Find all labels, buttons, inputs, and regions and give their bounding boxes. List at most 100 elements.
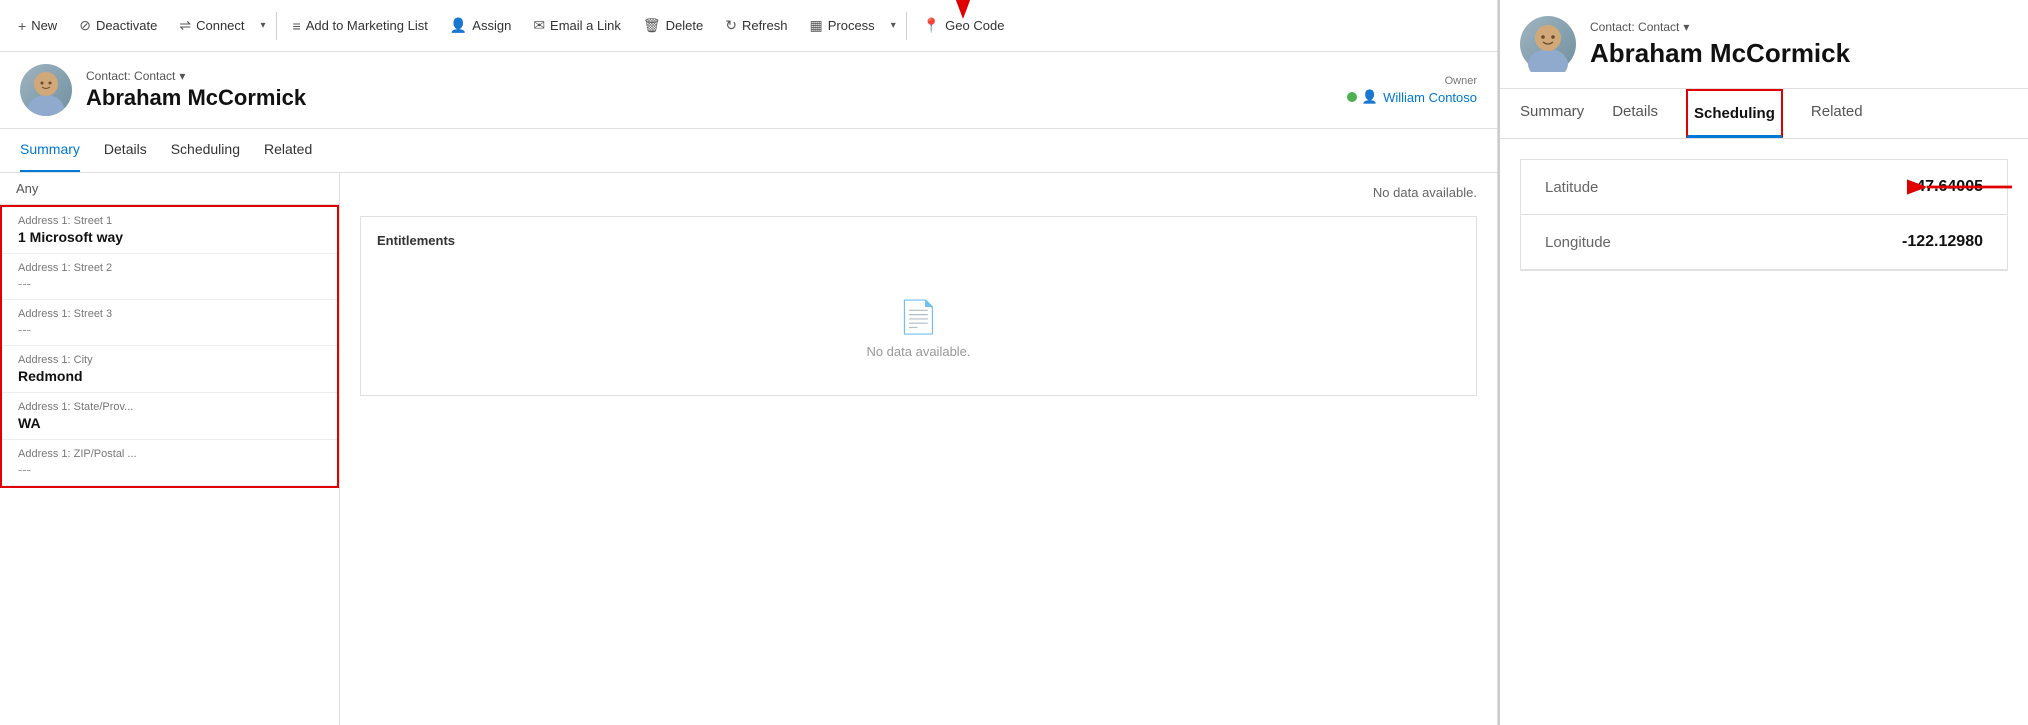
plus-icon: + — [18, 18, 26, 34]
right-record-type: Contact: Contact ▾ — [1590, 20, 1850, 34]
delete-button[interactable]: 🗑 Delete — [633, 11, 713, 40]
field-state: Address 1: State/Prov... WA — [2, 393, 337, 440]
deactivate-label: Deactivate — [96, 18, 157, 33]
section-any: Any — [0, 173, 339, 205]
avatar — [20, 64, 72, 116]
entitlements-title: Entitlements — [377, 233, 1460, 248]
latitude-value: 47.64005 — [1916, 178, 1983, 196]
divider-2 — [906, 12, 907, 40]
email-a-link-button[interactable]: ✉ Email a Link — [523, 11, 631, 40]
right-avatar — [1520, 16, 1576, 72]
connect-label: Connect — [196, 18, 244, 33]
owner-name: William Contoso — [1383, 90, 1477, 105]
right-avatar-svg — [1520, 16, 1576, 72]
tab-summary[interactable]: Summary — [20, 129, 80, 172]
new-label: New — [31, 18, 57, 33]
empty-document-icon: 📄 — [899, 298, 939, 336]
field-label-street2: Address 1: Street 2 — [18, 262, 321, 274]
connect-button[interactable]: ⇌ Connect — [169, 11, 254, 40]
email-icon: ✉ — [533, 17, 545, 34]
right-tab-summary[interactable]: Summary — [1520, 89, 1584, 138]
field-label-street3: Address 1: Street 3 — [18, 308, 321, 320]
avatar-image — [20, 64, 72, 116]
record-title-block: Contact: Contact ▾ Abraham McCormick — [86, 69, 306, 111]
field-city: Address 1: City Redmond — [2, 346, 337, 393]
connect-icon: ⇌ — [179, 17, 191, 34]
refresh-button[interactable]: ↻ Refresh — [715, 11, 797, 40]
left-panel: + New ⊘ Deactivate ⇌ Connect ▾ ≡ Add to … — [0, 0, 1498, 725]
right-tab-details[interactable]: Details — [1612, 89, 1658, 138]
field-value-street3: --- — [18, 322, 321, 337]
assign-icon: 👤 — [450, 17, 467, 34]
tab-scheduling[interactable]: Scheduling — [171, 129, 240, 172]
geo-icon: 📍 — [923, 17, 940, 34]
assign-button[interactable]: 👤 Assign — [440, 11, 521, 40]
field-street3: Address 1: Street 3 --- — [2, 300, 337, 346]
tab-details[interactable]: Details — [104, 129, 147, 172]
right-tabs-bar: Summary Details Scheduling Related — [1500, 89, 2028, 139]
field-value-street2: --- — [18, 276, 321, 291]
longitude-row: Longitude -122.12980 — [1521, 215, 2007, 270]
divider-1 — [276, 12, 277, 40]
right-chevron-down-icon[interactable]: ▾ — [1683, 20, 1689, 34]
owner-label: Owner — [1347, 75, 1477, 87]
new-button[interactable]: + New — [8, 12, 67, 40]
process-chevron[interactable]: ▾ — [887, 14, 900, 37]
refresh-icon: ↻ — [725, 17, 737, 34]
delete-icon: 🗑 — [643, 17, 661, 34]
refresh-label: Refresh — [742, 18, 788, 33]
longitude-value: -122.12980 — [1902, 233, 1983, 251]
field-label-street1: Address 1: Street 1 — [18, 215, 321, 227]
latitude-label: Latitude — [1545, 179, 1598, 196]
field-label-state: Address 1: State/Prov... — [18, 401, 321, 413]
deactivate-button[interactable]: ⊘ Deactivate — [69, 11, 167, 40]
entitlements-box: Entitlements 📄 No data available. — [360, 216, 1477, 396]
record-header: Contact: Contact ▾ Abraham McCormick Own… — [0, 52, 1497, 129]
geo-code-button[interactable]: 📍 Geo Code — [913, 11, 1015, 40]
field-value-zip: --- — [18, 462, 321, 477]
form-column: Any Address 1: Street 1 1 Microsoft way … — [0, 173, 340, 725]
field-label-city: Address 1: City — [18, 354, 321, 366]
geo-code-label: Geo Code — [945, 18, 1004, 33]
field-value-street1: 1 Microsoft way — [18, 229, 321, 245]
right-header: Contact: Contact ▾ Abraham McCormick — [1500, 0, 2028, 89]
latitude-row: Latitude 47.64005 — [1521, 160, 2007, 215]
process-icon: ▦ — [809, 17, 822, 34]
deactivate-icon: ⊘ — [79, 17, 91, 34]
toolbar: + New ⊘ Deactivate ⇌ Connect ▾ ≡ Add to … — [0, 0, 1497, 52]
chevron-down-icon[interactable]: ▾ — [179, 69, 185, 83]
assign-label: Assign — [472, 18, 511, 33]
field-value-state: WA — [18, 415, 321, 431]
right-tab-scheduling[interactable]: Scheduling — [1686, 89, 1783, 138]
record-name: Abraham McCormick — [86, 85, 306, 111]
record-type: Contact: Contact ▾ — [86, 69, 306, 83]
main-content: Any Address 1: Street 1 1 Microsoft way … — [0, 173, 1497, 725]
right-tab-related[interactable]: Related — [1811, 89, 1863, 138]
no-data-text: No data available. — [866, 344, 970, 359]
no-data-center: 📄 No data available. — [377, 278, 1460, 379]
add-to-marketing-list-button[interactable]: ≡ Add to Marketing List — [283, 12, 438, 40]
connect-chevron[interactable]: ▾ — [257, 14, 270, 37]
geo-section: Latitude 47.64005 Longitude -122.12980 — [1520, 159, 2008, 271]
process-label: Process — [828, 18, 875, 33]
tabs-bar: Summary Details Scheduling Related — [0, 129, 1497, 173]
right-panel: Contact: Contact ▾ Abraham McCormick Sum… — [1498, 0, 2028, 725]
owner-link[interactable]: 👤 William Contoso — [1347, 89, 1477, 105]
field-zip: Address 1: ZIP/Postal ... --- — [2, 440, 337, 486]
field-street1: Address 1: Street 1 1 Microsoft way — [2, 207, 337, 254]
field-label-zip: Address 1: ZIP/Postal ... — [18, 448, 321, 460]
email-a-link-label: Email a Link — [550, 18, 621, 33]
owner-status-dot — [1347, 92, 1357, 102]
record-header-left: Contact: Contact ▾ Abraham McCormick — [20, 64, 306, 116]
field-street2: Address 1: Street 2 --- — [2, 254, 337, 300]
owner-person-icon: 👤 — [1362, 89, 1378, 105]
field-value-city: Redmond — [18, 368, 321, 384]
right-title-block: Contact: Contact ▾ Abraham McCormick — [1590, 20, 1850, 69]
delete-label: Delete — [666, 18, 704, 33]
add-to-marketing-list-label: Add to Marketing List — [306, 18, 428, 33]
process-button[interactable]: ▦ Process — [799, 11, 884, 40]
record-header-right: Owner 👤 William Contoso — [1347, 75, 1477, 105]
tab-related[interactable]: Related — [264, 129, 312, 172]
no-data-top: No data available. — [360, 185, 1477, 200]
address-fields-box: Address 1: Street 1 1 Microsoft way Addr… — [0, 205, 339, 488]
